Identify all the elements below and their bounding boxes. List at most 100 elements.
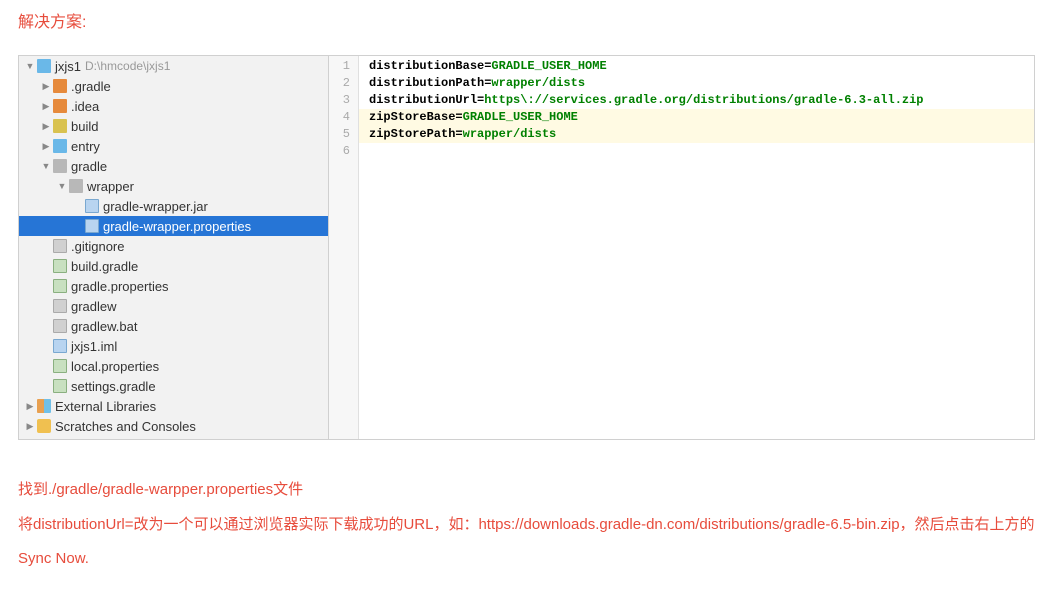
- tree-item-jxjs1-iml[interactable]: jxjs1.iml: [19, 336, 328, 356]
- tree-item-label: jxjs1: [55, 59, 81, 74]
- tree-item-wrapper[interactable]: wrapper: [19, 176, 328, 196]
- tree-item-label: Scratches and Consoles: [55, 419, 196, 434]
- line-number: 1: [329, 58, 358, 75]
- equals-sign: =: [455, 110, 462, 124]
- code-line[interactable]: distributionBase=GRADLE_USER_HOME: [369, 58, 1034, 75]
- file-icon: [85, 199, 99, 213]
- tree-item-gradlew[interactable]: gradlew: [19, 296, 328, 316]
- prop-value: wrapper/dists: [491, 76, 585, 90]
- tree-item-jxjs1[interactable]: jxjs1 D:\hmcode\jxjs1: [19, 56, 328, 76]
- tree-item-label: gradlew: [71, 299, 117, 314]
- code-line[interactable]: zipStorePath=wrapper/dists: [359, 126, 1034, 143]
- prop-value: GRADLE_USER_HOME: [463, 110, 578, 124]
- tree-item-label: settings.gradle: [71, 379, 156, 394]
- desc-line-1: 找到./gradle/gradle-warpper.properties文件: [18, 473, 1035, 508]
- tree-arrow-icon[interactable]: [25, 61, 35, 71]
- file-icon: [53, 259, 67, 273]
- file-icon: [53, 359, 67, 373]
- folder-icon: [53, 79, 67, 93]
- tree-item-label: gradle-wrapper.properties: [103, 219, 251, 234]
- tree-item-label: gradle: [71, 159, 107, 174]
- tree-item-label: entry: [71, 139, 100, 154]
- prop-value: wrapper/dists: [463, 127, 557, 141]
- tree-item-label: External Libraries: [55, 399, 156, 414]
- tree-item--gradle[interactable]: .gradle: [19, 76, 328, 96]
- line-number: 4: [329, 109, 358, 126]
- code-line[interactable]: zipStoreBase=GRADLE_USER_HOME: [359, 109, 1034, 126]
- desc-line-2: 将distributionUrl=改为一个可以通过浏览器实际下载成功的URL，如…: [18, 508, 1035, 577]
- tree-item-gradle-properties[interactable]: gradle.properties: [19, 276, 328, 296]
- tree-item-gradle-wrapper-properties[interactable]: gradle-wrapper.properties: [19, 216, 328, 236]
- file-icon: [53, 319, 67, 333]
- line-gutter: 123456: [329, 56, 359, 439]
- tree-item-label: .idea: [71, 99, 99, 114]
- tree-item--idea[interactable]: .idea: [19, 96, 328, 116]
- prop-key: distributionBase: [369, 59, 484, 73]
- tree-item-label: .gitignore: [71, 239, 124, 254]
- tree-item-label: jxjs1.iml: [71, 339, 117, 354]
- line-number: 5: [329, 126, 358, 143]
- tree-item-entry[interactable]: entry: [19, 136, 328, 156]
- tree-item-external-libraries[interactable]: External Libraries: [19, 396, 328, 416]
- tree-item-label: wrapper: [87, 179, 134, 194]
- tree-item-label: gradlew.bat: [71, 319, 138, 334]
- prop-key: zipStoreBase: [369, 110, 455, 124]
- file-icon: [85, 219, 99, 233]
- tree-item-label: build: [71, 119, 98, 134]
- tree-arrow-icon[interactable]: [25, 401, 35, 412]
- code-line[interactable]: distributionPath=wrapper/dists: [369, 75, 1034, 92]
- code-area[interactable]: distributionBase=GRADLE_USER_HOMEdistrib…: [359, 56, 1034, 439]
- prop-key: zipStorePath: [369, 127, 455, 141]
- tree-item--gitignore[interactable]: .gitignore: [19, 236, 328, 256]
- ide-container: jxjs1 D:\hmcode\jxjs1 .gradle .idea build ent…: [18, 55, 1035, 440]
- line-number: 2: [329, 75, 358, 92]
- prop-value: GRADLE_USER_HOME: [491, 59, 606, 73]
- prop-key: distributionUrl: [369, 93, 477, 107]
- tree-item-gradle-wrapper-jar[interactable]: gradle-wrapper.jar: [19, 196, 328, 216]
- tree-item-local-properties[interactable]: local.properties: [19, 356, 328, 376]
- code-line[interactable]: [369, 143, 1034, 160]
- tree-item-scratches-and-consoles[interactable]: Scratches and Consoles: [19, 416, 328, 436]
- file-icon: [37, 399, 51, 413]
- file-icon: [53, 299, 67, 313]
- prop-key: distributionPath: [369, 76, 484, 90]
- tree-arrow-icon[interactable]: [41, 141, 51, 152]
- equals-sign: =: [455, 127, 462, 141]
- folder-icon: [69, 179, 83, 193]
- tree-arrow-icon[interactable]: [25, 421, 35, 432]
- folder-icon: [53, 159, 67, 173]
- code-editor: 123456 distributionBase=GRADLE_USER_HOME…: [329, 56, 1034, 439]
- solution-title: 解决方案:: [0, 0, 1053, 40]
- folder-icon: [53, 99, 67, 113]
- line-number: 3: [329, 92, 358, 109]
- tree-item-gradle[interactable]: gradle: [19, 156, 328, 176]
- tree-item-label: build.gradle: [71, 259, 138, 274]
- folder-icon: [53, 139, 67, 153]
- tree-arrow-icon[interactable]: [41, 121, 51, 132]
- tree-item-gradlew-bat[interactable]: gradlew.bat: [19, 316, 328, 336]
- tree-item-settings-gradle[interactable]: settings.gradle: [19, 376, 328, 396]
- tree-item-label: .gradle: [71, 79, 111, 94]
- file-icon: [53, 279, 67, 293]
- tree-arrow-icon[interactable]: [57, 181, 67, 191]
- folder-icon: [37, 59, 51, 73]
- tree-arrow-icon[interactable]: [41, 161, 51, 171]
- file-icon: [53, 239, 67, 253]
- tree-item-label: local.properties: [71, 359, 159, 374]
- tree-arrow-icon[interactable]: [41, 81, 51, 92]
- description-text: 找到./gradle/gradle-warpper.properties文件 将…: [0, 455, 1053, 595]
- prop-value: https\://services.gradle.org/distributio…: [484, 93, 923, 107]
- tree-path-hint: D:\hmcode\jxjs1: [85, 59, 170, 73]
- project-tree[interactable]: jxjs1 D:\hmcode\jxjs1 .gradle .idea build ent…: [19, 56, 329, 439]
- tree-item-label: gradle-wrapper.jar: [103, 199, 208, 214]
- folder-icon: [53, 119, 67, 133]
- file-icon: [37, 419, 51, 433]
- file-icon: [53, 339, 67, 353]
- line-number: 6: [329, 143, 358, 160]
- tree-arrow-icon[interactable]: [41, 101, 51, 112]
- code-line[interactable]: distributionUrl=https\://services.gradle…: [369, 92, 1034, 109]
- tree-item-label: gradle.properties: [71, 279, 169, 294]
- tree-item-build[interactable]: build: [19, 116, 328, 136]
- tree-item-build-gradle[interactable]: build.gradle: [19, 256, 328, 276]
- file-icon: [53, 379, 67, 393]
